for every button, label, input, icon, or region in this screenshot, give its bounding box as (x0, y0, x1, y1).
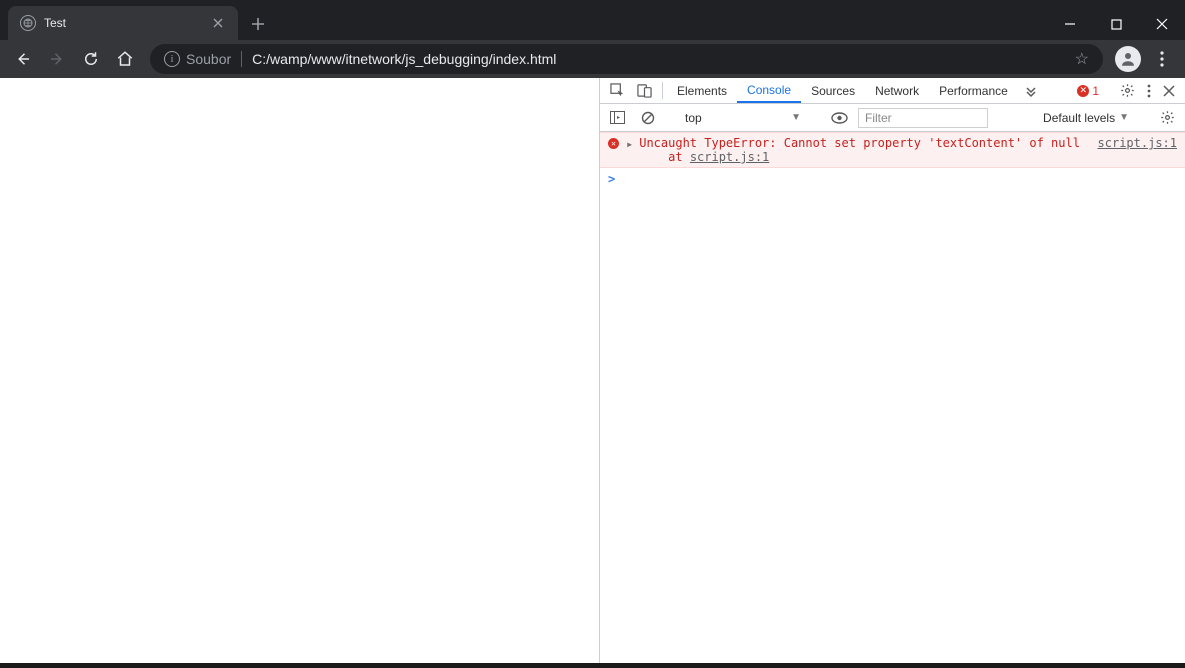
error-count-badge[interactable]: ✕ 1 (1071, 84, 1105, 98)
address-bar[interactable]: i Soubor C:/wamp/www/itnetwork/js_debugg… (150, 44, 1103, 74)
bookmark-star-icon[interactable]: ☆ (1075, 49, 1089, 69)
page-viewport[interactable] (0, 78, 600, 663)
profile-avatar-button[interactable] (1115, 46, 1141, 72)
devtools-tab-performance[interactable]: Performance (929, 78, 1018, 103)
home-button[interactable] (110, 44, 140, 74)
window-minimize-button[interactable] (1047, 8, 1093, 40)
window-maximize-button[interactable] (1093, 8, 1139, 40)
console-error-message[interactable]: ✕ ▸ Uncaught TypeError: Cannot set prope… (600, 132, 1185, 168)
source-link[interactable]: script.js:1 (1098, 136, 1177, 164)
execution-context-label: top (685, 111, 702, 125)
error-count: 1 (1092, 84, 1099, 98)
console-settings-icon[interactable] (1154, 110, 1181, 125)
globe-icon (20, 15, 36, 31)
error-text: Uncaught TypeError: Cannot set property … (639, 136, 1091, 164)
devtools-settings-icon[interactable] (1114, 83, 1141, 98)
console-sidebar-toggle-icon[interactable] (604, 111, 631, 124)
browser-menu-button[interactable] (1147, 44, 1177, 74)
reload-button[interactable] (76, 44, 106, 74)
clear-console-icon[interactable] (635, 111, 661, 125)
url-scheme-chip: Soubor (186, 51, 231, 67)
console-prompt[interactable]: > (600, 168, 1185, 190)
devtools-panel: Elements Console Sources Network Perform… (600, 78, 1185, 663)
browser-tab[interactable]: Test (8, 6, 238, 40)
new-tab-button[interactable] (244, 10, 272, 38)
execution-context-selector[interactable]: top ▼ (678, 108, 808, 128)
close-tab-button[interactable] (210, 15, 226, 31)
log-levels-selector[interactable]: Default levels ▼ (1035, 111, 1137, 125)
devtools-menu-icon[interactable] (1141, 84, 1157, 98)
back-button[interactable] (8, 44, 38, 74)
site-info-icon[interactable]: i (164, 51, 180, 67)
error-icon: ✕ (1077, 85, 1089, 97)
stack-trace-link[interactable]: script.js:1 (690, 150, 769, 164)
device-toolbar-icon[interactable] (631, 78, 658, 103)
devtools-tab-elements[interactable]: Elements (667, 78, 737, 103)
forward-button[interactable] (42, 44, 72, 74)
window-close-button[interactable] (1139, 8, 1185, 40)
devtools-tabs-overflow-icon[interactable] (1018, 78, 1044, 103)
chevron-down-icon: ▼ (1119, 112, 1129, 123)
chevron-down-icon: ▼ (791, 112, 801, 123)
console-filter-input[interactable] (858, 108, 988, 128)
log-levels-label: Default levels (1043, 111, 1115, 125)
expand-arrow-icon[interactable]: ▸ (626, 137, 633, 164)
url-text: C:/wamp/www/itnetwork/js_debugging/index… (252, 51, 1065, 67)
inspect-element-icon[interactable] (604, 78, 631, 103)
tab-title: Test (44, 16, 202, 30)
devtools-tab-sources[interactable]: Sources (801, 78, 865, 103)
live-expression-icon[interactable] (825, 112, 854, 124)
devtools-tab-network[interactable]: Network (865, 78, 929, 103)
devtools-tab-console[interactable]: Console (737, 78, 801, 103)
devtools-close-icon[interactable] (1157, 85, 1181, 97)
error-icon: ✕ (608, 138, 619, 149)
